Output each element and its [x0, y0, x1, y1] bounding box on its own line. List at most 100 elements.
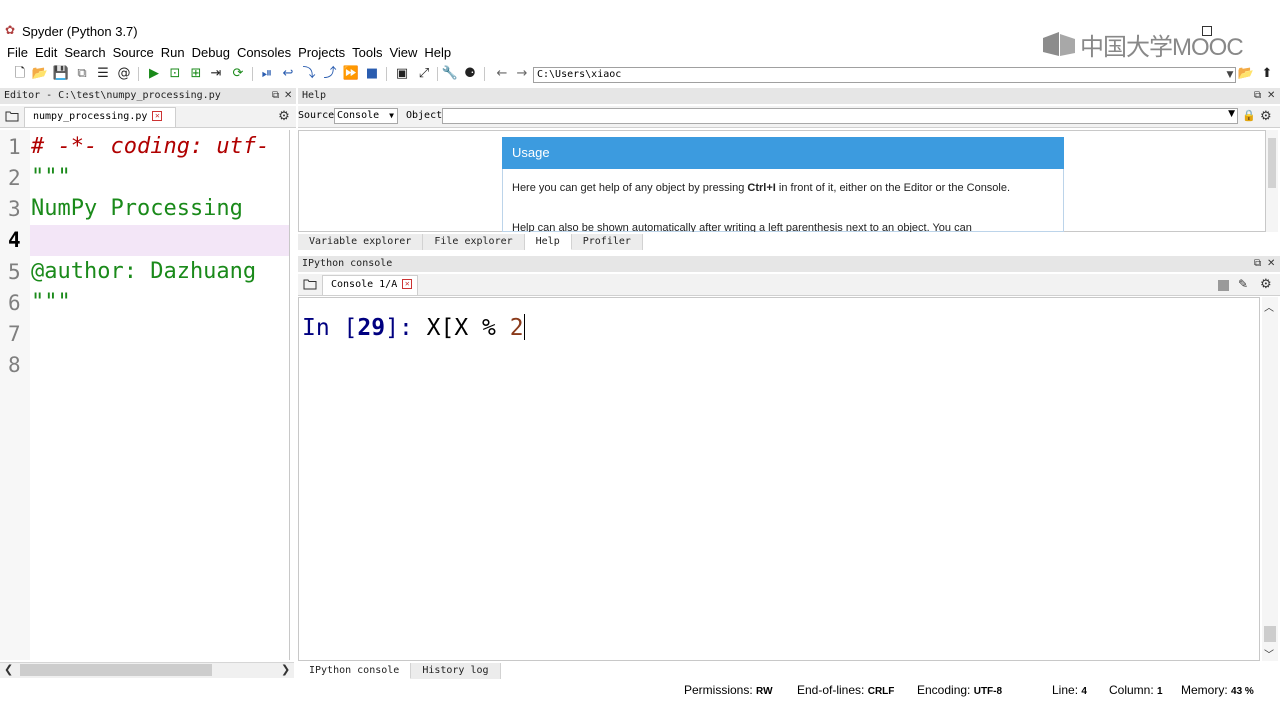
- step-into-icon[interactable]: ⤵: [301, 66, 317, 82]
- menu-projects[interactable]: Projects: [298, 44, 350, 62]
- code-line: NumPy Processing: [31, 196, 243, 221]
- gear-icon[interactable]: ⚙: [1260, 109, 1272, 124]
- code-line: """: [31, 290, 71, 315]
- parent-directory-icon[interactable]: ⬆: [1259, 66, 1275, 82]
- close-tab-icon[interactable]: ✕: [152, 111, 163, 121]
- code-editor[interactable]: 1 2 3 4 5 6 7 8 # -*- coding: utf- """ N…: [0, 130, 290, 660]
- save-icon[interactable]: 💾: [53, 66, 69, 82]
- back-arrow-icon[interactable]: ←: [494, 66, 510, 82]
- close-pane-icon[interactable]: ✕: [284, 88, 292, 104]
- scrollbar-thumb[interactable]: [1264, 626, 1276, 642]
- run-cell-advance-icon[interactable]: ⊞: [188, 66, 204, 82]
- menu-view[interactable]: View: [389, 44, 422, 62]
- mooc-watermark: 中国大学MOOC: [1042, 28, 1244, 61]
- maximize-pane-icon[interactable]: ▣: [394, 66, 410, 82]
- interrupt-kernel-icon[interactable]: [1218, 280, 1229, 291]
- status-column: Column: 1: [1109, 683, 1163, 697]
- watermark-text: 中国大学MOOC: [1080, 33, 1244, 61]
- line-number: 2: [8, 166, 21, 190]
- eraser-icon[interactable]: ✎: [1238, 277, 1248, 291]
- scroll-left-icon[interactable]: ❮: [4, 663, 13, 676]
- close-pane-icon[interactable]: ✕: [1267, 88, 1275, 104]
- tools-wrench-icon[interactable]: 🔧: [442, 66, 458, 82]
- python-path-icon[interactable]: ⚈: [462, 66, 478, 82]
- menu-run[interactable]: Run: [161, 44, 190, 62]
- working-directory-combo[interactable]: C:\Users\xiaoc: [533, 67, 1236, 83]
- lock-icon[interactable]: 🔒: [1242, 109, 1256, 122]
- code-line: # -*- coding: utf-: [31, 134, 270, 159]
- usage-text-part: in front of it, either on the Editor or …: [775, 182, 1011, 194]
- menu-debug[interactable]: Debug: [192, 44, 235, 62]
- new-file-icon[interactable]: 🗋: [12, 66, 28, 82]
- menu-help[interactable]: Help: [424, 44, 456, 62]
- object-input[interactable]: ▼: [442, 108, 1238, 124]
- scroll-right-icon[interactable]: ❯: [281, 663, 290, 676]
- debug-icon[interactable]: ⏯: [259, 66, 275, 82]
- scroll-up-icon[interactable]: ︿: [1264, 299, 1274, 314]
- tab-variable-explorer[interactable]: Variable explorer: [298, 234, 424, 250]
- usage-text-second: Help can also be shown automatically aft…: [512, 222, 972, 232]
- browse-tabs-icon[interactable]: [5, 110, 19, 122]
- stop-debug-icon[interactable]: ■: [364, 66, 380, 82]
- scroll-down-icon[interactable]: ﹀: [1264, 646, 1274, 661]
- forward-arrow-icon[interactable]: →: [514, 66, 530, 82]
- prompt-number: 29: [357, 315, 386, 341]
- list-icon[interactable]: ☰: [95, 66, 111, 82]
- status-label: Permissions:: [684, 683, 753, 697]
- console-output[interactable]: [298, 297, 1260, 661]
- status-value: CRLF: [867, 686, 895, 697]
- chevron-down-icon: ▼: [389, 111, 394, 120]
- step-icon[interactable]: ↩: [280, 66, 296, 82]
- scrollbar-thumb[interactable]: [20, 664, 212, 676]
- source-select[interactable]: Console ▼: [334, 108, 398, 124]
- mooc-logo-icon: [1043, 32, 1075, 56]
- editor-tab-numpy-processing[interactable]: numpy_processing.py ✕: [24, 107, 176, 127]
- gear-icon[interactable]: ⚙: [276, 109, 292, 125]
- tab-ipython-console[interactable]: IPython console: [298, 663, 412, 679]
- close-tab-icon[interactable]: ✕: [402, 279, 413, 289]
- menu-source[interactable]: Source: [113, 44, 159, 62]
- tab-history-log[interactable]: History log: [411, 663, 501, 679]
- preferences-at-icon[interactable]: @: [116, 66, 132, 82]
- browse-tabs-icon[interactable]: [303, 278, 317, 290]
- undock-icon[interactable]: ⧉: [1254, 88, 1261, 104]
- status-memory: Memory: 43 %: [1181, 683, 1254, 697]
- console-tab[interactable]: Console 1/A ✕: [322, 275, 418, 295]
- fullscreen-icon[interactable]: ⤢: [416, 66, 432, 82]
- step-return-icon[interactable]: ⤴: [322, 66, 338, 82]
- usage-text: Here you can get help of any object by p…: [512, 180, 1052, 196]
- run-icon[interactable]: ▶: [146, 66, 162, 82]
- undock-icon[interactable]: ⧉: [272, 88, 279, 104]
- status-value: RW: [756, 686, 773, 697]
- menu-edit[interactable]: Edit: [35, 44, 62, 62]
- tab-file-explorer[interactable]: File explorer: [423, 234, 525, 250]
- prompt-in: In [: [302, 315, 358, 341]
- help-bottom-tabs: Variable explorer File explorer Help Pro…: [298, 234, 1280, 250]
- editor-tab-label: numpy_processing.py: [33, 111, 148, 122]
- tab-profiler[interactable]: Profiler: [571, 234, 643, 250]
- status-label: Encoding:: [917, 683, 971, 697]
- run-cell-icon[interactable]: ⊡: [167, 66, 183, 82]
- tab-help[interactable]: Help: [524, 234, 572, 250]
- menu-search[interactable]: Search: [64, 44, 110, 62]
- continue-icon[interactable]: ⏩: [343, 66, 359, 82]
- undock-icon[interactable]: ⧉: [1254, 256, 1261, 272]
- close-pane-icon[interactable]: ✕: [1267, 256, 1275, 272]
- rerun-icon[interactable]: ⟳: [230, 66, 246, 82]
- save-all-icon[interactable]: ⧉: [74, 66, 90, 82]
- help-title-text: Help: [302, 90, 327, 101]
- gear-icon[interactable]: ⚙: [1260, 277, 1272, 292]
- chevron-down-icon[interactable]: ▼: [1224, 68, 1236, 82]
- menu-file[interactable]: File: [7, 44, 33, 62]
- browse-folder-icon[interactable]: 📂: [1238, 66, 1254, 82]
- toolbar-separator: [138, 67, 139, 81]
- menu-consoles[interactable]: Consoles: [237, 44, 296, 62]
- console-vertical-scrollbar[interactable]: [1262, 297, 1278, 661]
- console-input-line[interactable]: In [29]: X[X % 2: [302, 312, 525, 344]
- chevron-down-icon: ▼: [1228, 109, 1235, 119]
- menu-tools[interactable]: Tools: [352, 44, 387, 62]
- open-file-icon[interactable]: 📂: [32, 66, 48, 82]
- status-bar: [0, 682, 1280, 700]
- scrollbar-thumb[interactable]: [1268, 138, 1276, 188]
- run-selection-icon[interactable]: ⇥: [208, 66, 224, 82]
